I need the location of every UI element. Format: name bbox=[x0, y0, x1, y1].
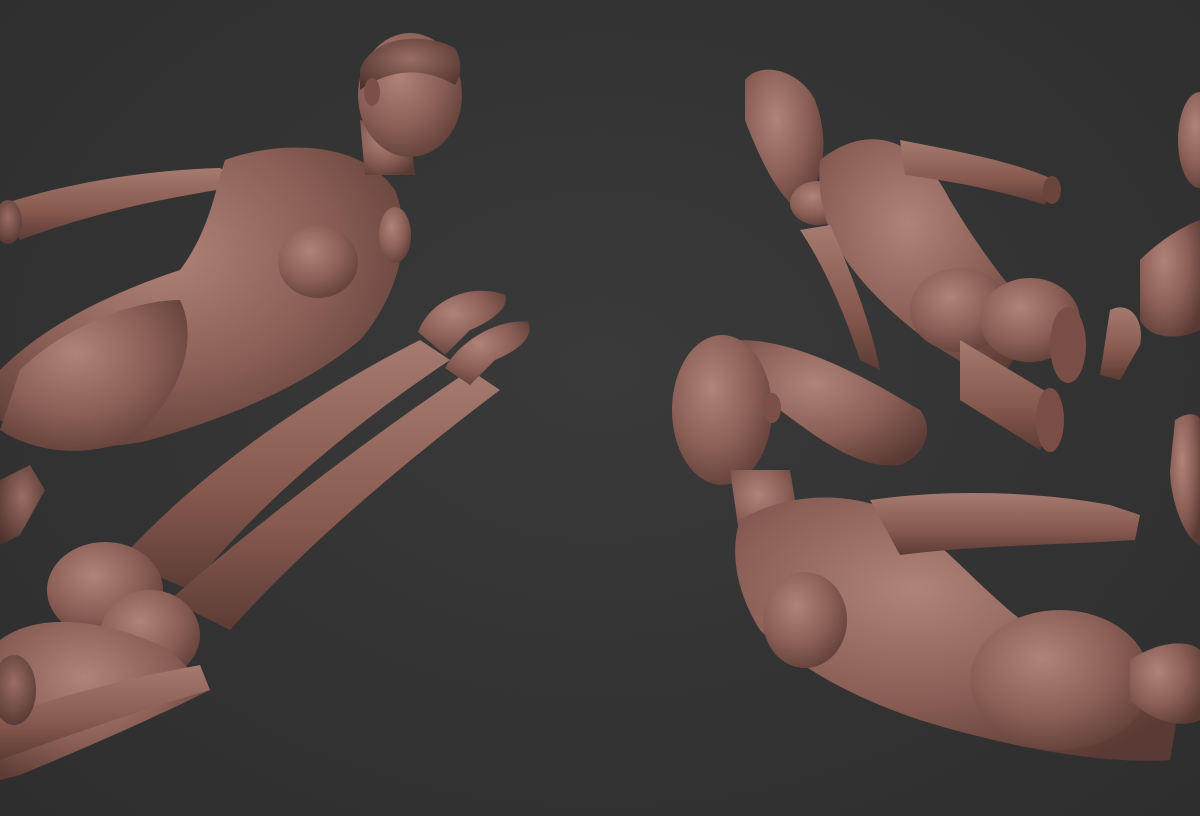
sculpt-viewport[interactable] bbox=[0, 0, 1200, 816]
clay-figure-right-lower[interactable] bbox=[672, 335, 1200, 761]
clay-figure-right-edge[interactable] bbox=[1100, 92, 1200, 545]
viewport-canvas[interactable] bbox=[0, 0, 1200, 816]
